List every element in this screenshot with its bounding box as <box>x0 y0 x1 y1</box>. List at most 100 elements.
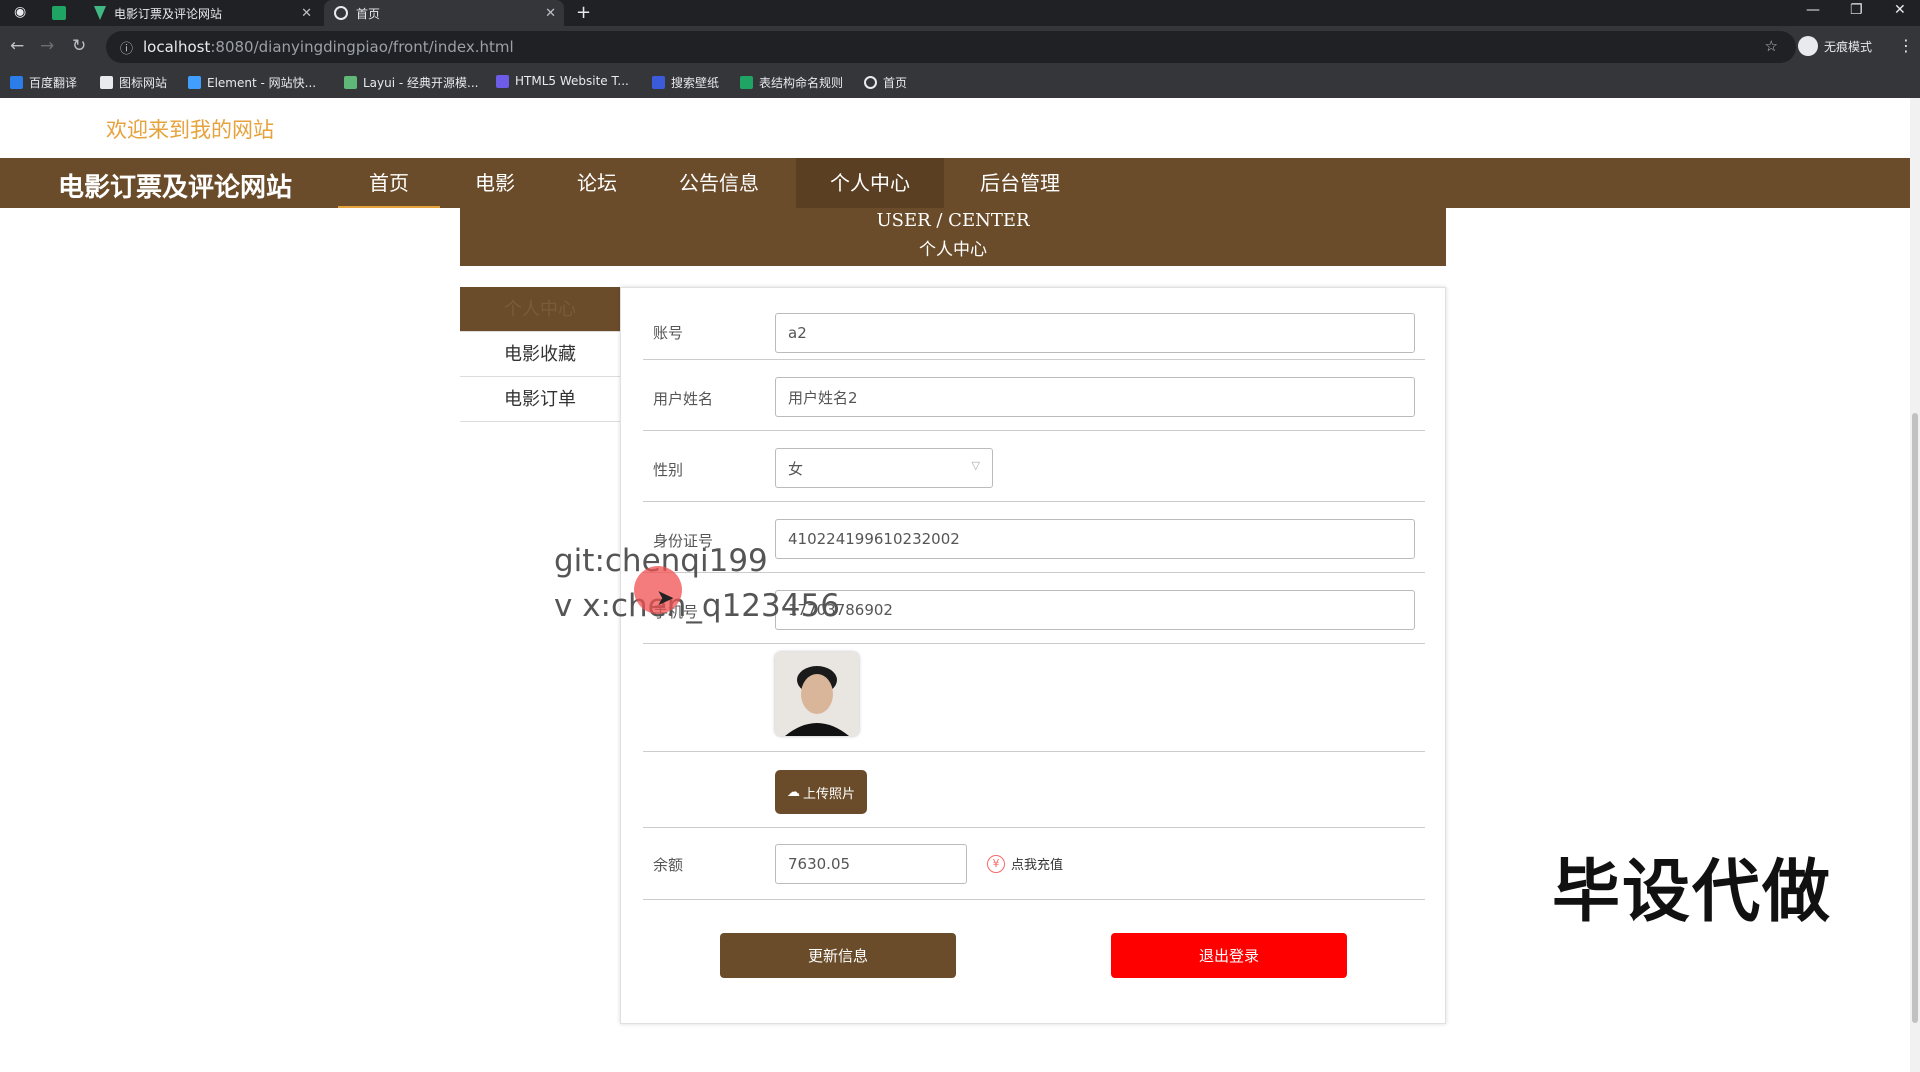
globe-icon <box>334 6 348 20</box>
user-side-menu: 个人中心 电影收藏 电影订单 <box>460 287 620 422</box>
section-banner: USER / CENTER 个人中心 <box>460 208 1446 266</box>
bookmark-item[interactable]: HTML5 Website T... <box>496 74 629 88</box>
page-scrollbar[interactable] <box>1910 98 1920 1072</box>
globe-icon <box>864 76 877 89</box>
browser-globe-icon[interactable]: ◉ <box>14 4 26 20</box>
profile-label: 无痕模式 <box>1824 39 1873 54</box>
url-path: :8080/dianyingdingpiao/front/index.html <box>210 38 514 56</box>
bookmark-label: 百度翻译 <box>29 76 78 90</box>
main-navbar: 电影订票及评论网站 首页 电影 论坛 公告信息 个人中心 后台管理 <box>0 158 1910 208</box>
translate-icon <box>10 76 23 89</box>
side-item-orders[interactable]: 电影订单 <box>460 377 620 422</box>
logout-button[interactable]: 退出登录 <box>1111 933 1347 978</box>
balance-label: 余额 <box>653 856 684 874</box>
side-item-favorites[interactable]: 电影收藏 <box>460 332 620 377</box>
banner-title-en: USER / CENTER <box>876 210 1030 231</box>
upload-photo-button[interactable]: ☁ 上传照片 <box>775 770 867 814</box>
close-tab-icon[interactable]: ✕ <box>545 6 556 21</box>
incognito-profile[interactable]: 无痕模式 <box>1798 36 1872 56</box>
name-label: 用户姓名 <box>653 390 714 408</box>
bookmark-item[interactable]: Layui - 经典开源模... <box>344 74 478 91</box>
avatar-row <box>643 644 1425 752</box>
bookmark-item[interactable]: 表结构命名规则 <box>740 74 843 91</box>
balance-input[interactable]: 7630.05 <box>775 844 967 884</box>
info-icon[interactable]: ⓘ <box>120 38 133 57</box>
idcard-input[interactable]: 410224199610232002 <box>775 519 1415 559</box>
html5-icon <box>496 74 509 88</box>
bookmark-label: Element - 网站快... <box>207 76 317 90</box>
nav-movies[interactable]: 电影 <box>460 158 530 208</box>
url-input[interactable]: ⓘ localhost :8080/dianyingdingpiao/front… <box>106 31 1796 63</box>
site-brand[interactable]: 电影订票及评论网站 <box>58 167 292 204</box>
bookmark-item[interactable]: 百度翻译 <box>10 74 77 91</box>
bookmark-star-icon[interactable]: ☆ <box>1765 37 1778 55</box>
cloud-upload-icon: ☁ <box>786 784 800 800</box>
gender-select[interactable]: 女 ▽ <box>775 448 993 488</box>
yen-icon: ¥ <box>987 854 1005 873</box>
avatar-photo <box>775 652 859 736</box>
recharge-label: 点我充值 <box>1011 858 1064 873</box>
update-info-button[interactable]: 更新信息 <box>720 933 956 978</box>
address-bar-row: ← → ↻ ⓘ localhost :8080/dianyingdingpiao… <box>0 26 1920 68</box>
layui-icon <box>344 76 357 89</box>
scrollbar-thumb[interactable] <box>1912 413 1918 1023</box>
url-host: localhost <box>143 38 211 56</box>
tab-title: 首页 <box>356 6 381 21</box>
bookmark-item[interactable]: Element - 网站快... <box>188 74 316 91</box>
tab-site[interactable]: 电影订票及评论网站 ✕ <box>84 0 320 26</box>
tab-home[interactable]: 首页 ✕ <box>324 0 564 26</box>
forward-icon[interactable]: → <box>40 36 54 56</box>
incognito-icon <box>1798 36 1818 56</box>
nav-home[interactable]: 首页 <box>338 158 440 208</box>
bookmark-label: 首页 <box>883 76 908 90</box>
account-label: 账号 <box>653 324 684 342</box>
profile-form-card: 账号 a2 用户姓名 用户姓名2 性别 女 ▽ 身份证号 41022419961… <box>620 287 1446 1024</box>
bookmark-item[interactable]: 搜索壁纸 <box>652 74 719 91</box>
phone-input[interactable]: 17703786902 <box>775 590 1415 630</box>
gender-label: 性别 <box>653 461 684 479</box>
flag-icon <box>100 76 113 89</box>
bookmark-label: 表结构命名规则 <box>759 76 844 90</box>
account-input[interactable]: a2 <box>775 313 1415 353</box>
back-icon[interactable]: ← <box>10 36 24 56</box>
name-row: 用户姓名 用户姓名2 <box>643 360 1425 431</box>
new-tab-icon[interactable]: + <box>576 2 591 23</box>
banner-title-cn: 个人中心 <box>919 240 987 260</box>
menu-kebab-icon[interactable]: ⋮ <box>1898 36 1914 55</box>
close-window-icon[interactable]: ✕ <box>1894 2 1906 18</box>
watermark-wx: v x:chen_q123456 <box>554 588 840 624</box>
bookmarks-bar: 百度翻译 图标网站 Element - 网站快... Layui - 经典开源模… <box>0 68 1920 98</box>
tab-title: 电影订票及评论网站 <box>114 6 223 21</box>
chevron-down-icon: ▽ <box>971 459 980 472</box>
recharge-link[interactable]: ¥ 点我充值 <box>987 854 1063 873</box>
corner-overlay-text: 毕设代做 <box>1552 853 1833 932</box>
sheets-tab-icon[interactable] <box>52 6 66 20</box>
nav-notices[interactable]: 公告信息 <box>664 158 774 208</box>
restore-icon[interactable]: ❐ <box>1850 2 1863 18</box>
welcome-text: 欢迎来到我的网站 <box>106 118 274 142</box>
sheet-icon <box>740 76 753 89</box>
reload-icon[interactable]: ↻ <box>72 36 86 56</box>
nav-user-center[interactable]: 个人中心 <box>796 158 944 208</box>
gender-selected-value: 女 <box>788 459 804 478</box>
nav-forum[interactable]: 论坛 <box>562 158 632 208</box>
name-input[interactable]: 用户姓名2 <box>775 377 1415 417</box>
bookmark-label: 图标网站 <box>119 76 168 90</box>
side-item-user-center[interactable]: 个人中心 <box>460 287 620 332</box>
vue-logo-icon <box>94 6 106 20</box>
avatar <box>775 652 859 736</box>
bookmark-label: Layui - 经典开源模... <box>363 76 479 90</box>
gender-row: 性别 女 ▽ <box>643 431 1425 502</box>
bookmark-item[interactable]: 首页 <box>864 74 907 91</box>
element-icon <box>188 76 201 89</box>
browser-tab-strip: ◉ 电影订票及评论网站 ✕ 首页 ✕ + — ❐ ✕ <box>0 0 1920 26</box>
minimize-icon[interactable]: — <box>1806 2 1820 18</box>
bookmark-label: HTML5 Website T... <box>515 74 629 88</box>
bookmark-label: 搜索壁纸 <box>671 76 720 90</box>
close-tab-icon[interactable]: ✕ <box>301 6 312 21</box>
nav-admin[interactable]: 后台管理 <box>962 158 1078 208</box>
account-row: 账号 a2 <box>643 310 1425 360</box>
bookmark-item[interactable]: 图标网站 <box>100 74 167 91</box>
wallpaper-icon <box>652 76 665 89</box>
upload-row: ☁ 上传照片 <box>643 752 1425 828</box>
